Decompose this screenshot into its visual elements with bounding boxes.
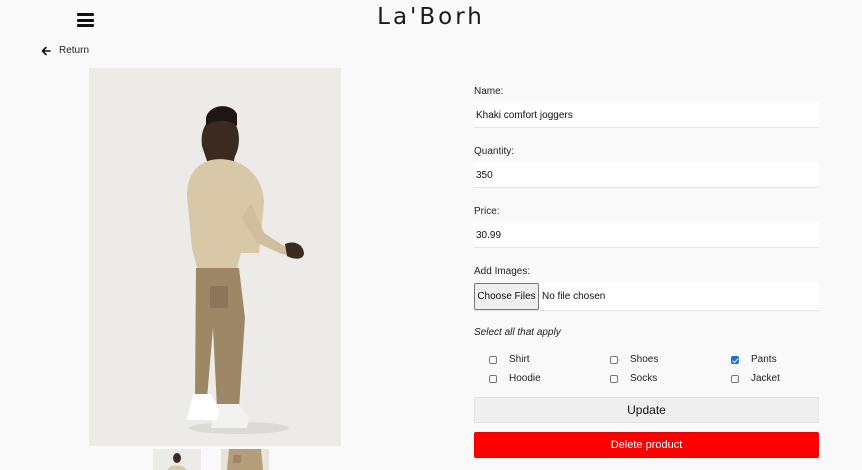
product-main-image [89,68,341,446]
checkbox-hoodie[interactable] [489,374,497,383]
category-label: Hoodie [509,373,541,384]
quantity-label: Quantity: [474,146,515,157]
return-link[interactable]: Return [41,45,89,56]
price-label: Price: [474,206,500,217]
category-socks: Socks [610,373,657,384]
add-images-label: Add Images: [474,266,531,277]
checkbox-socks[interactable] [610,374,618,383]
brand-logo[interactable]: La'Borh [0,4,862,30]
price-input[interactable] [474,223,819,248]
delete-product-button[interactable]: Delete product [474,432,819,458]
update-button[interactable]: Update [474,397,819,423]
arrow-left-icon [41,46,51,55]
return-label: Return [59,45,90,56]
category-hoodie: Hoodie [489,373,541,384]
category-label: Pants [751,354,777,365]
category-label: Shirt [509,354,530,365]
name-input[interactable] [474,103,819,128]
file-status: No file chosen [542,291,606,302]
quantity-input[interactable] [474,163,819,188]
product-thumbnail[interactable] [221,449,269,470]
category-label: Shoes [630,354,659,365]
category-shirt: Shirt [489,354,530,365]
checkbox-shirt[interactable] [489,355,497,364]
category-pants: Pants [731,354,777,365]
product-thumbnail[interactable] [153,449,201,470]
choose-files-button[interactable]: Choose Files [474,283,539,310]
name-label: Name: [474,86,504,97]
checkbox-shoes[interactable] [610,355,618,364]
select-instructions: Select all that apply [474,327,561,338]
file-input: Choose Files No file chosen [474,283,819,311]
checkbox-jacket[interactable] [731,374,739,383]
category-label: Socks [630,373,658,384]
category-label: Jacket [751,373,780,384]
checkbox-pants[interactable] [731,355,739,364]
category-jacket: Jacket [731,373,780,384]
category-shoes: Shoes [610,354,658,365]
